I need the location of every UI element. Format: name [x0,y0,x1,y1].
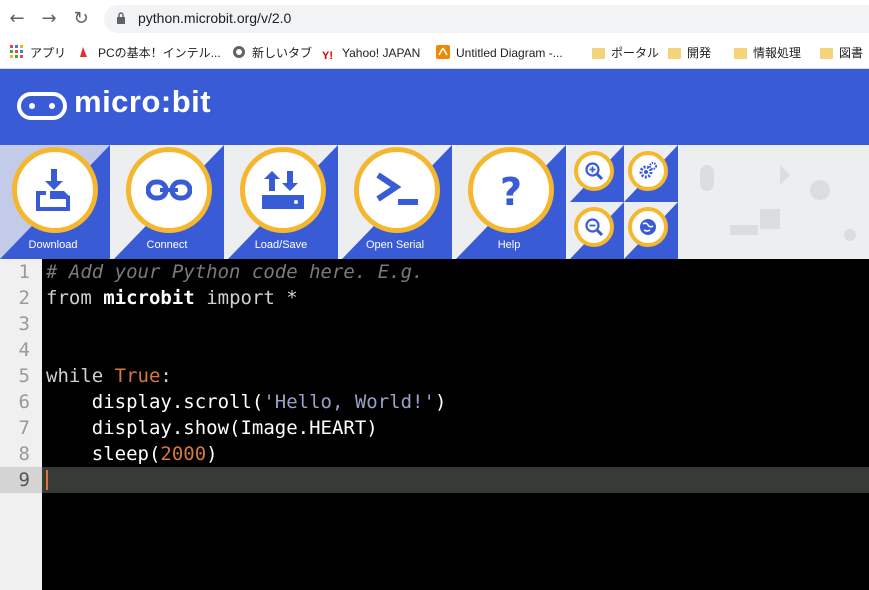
lock-icon [117,12,125,24]
microbit-logo-icon [17,92,67,120]
folder-icon [592,48,605,59]
toolbar: Download Connect Load/Save Open Serial ?… [0,145,869,259]
load-save-icon [262,171,304,209]
help-button[interactable]: ? Help [456,145,570,259]
language-button[interactable] [628,207,668,247]
intel-favicon-icon [80,47,87,57]
active-code-line[interactable]: 9 [0,467,869,493]
code-line: 7 display.show(Image.HEART) [18,417,378,439]
folder-icon [734,48,747,59]
bookmark-library[interactable]: 図書 [820,45,863,61]
app-logo-text: micro:bit [74,84,212,119]
bookmark-portal[interactable]: ポータル [592,45,659,61]
open-serial-label: Open Serial [365,239,425,251]
code-line: 3 [18,313,30,335]
question-mark-icon: ? [500,170,522,213]
terminal-icon [376,172,418,205]
svg-text:?: ? [500,170,522,213]
zoom-in-icon [585,162,603,180]
back-arrow-icon[interactable]: ← [6,8,28,30]
bookmark-apps[interactable]: アプリ [10,45,66,61]
download-button[interactable]: Download [0,145,114,259]
zoom-in-button[interactable] [574,151,614,191]
folder-icon [820,48,833,59]
bookmark-intel[interactable]: PCの基本！インテル... [78,45,221,61]
zoom-out-button[interactable] [574,207,614,247]
url-input[interactable]: python.microbit.org/v/2.0 [104,5,869,33]
download-icon [36,169,70,211]
text-cursor [46,470,48,490]
connect-button[interactable]: Connect [114,145,228,259]
code-line: 8 sleep(2000) [18,443,218,465]
zoom-out-icon [585,218,603,236]
reload-icon[interactable]: ↻ [70,8,92,30]
forward-arrow-icon[interactable]: → [38,8,60,30]
help-label: Help [497,239,521,251]
link-icon [146,179,192,201]
download-label: Download [28,239,78,251]
bookmarks-bar: アプリ PCの基本！インテル... 新しいタブ Y! Yahoo! JAPAN U… [0,38,869,69]
connect-label: Connect [146,239,188,251]
load-save-label: Load/Save [254,239,308,251]
bookmark-info-processing[interactable]: 情報処理 [734,45,801,61]
globe-icon [640,219,656,235]
bookmark-dev[interactable]: 開発 [668,45,711,61]
drawio-favicon-icon [436,45,450,59]
code-line: 5 while True: [18,365,172,387]
bookmark-untitled-diagram[interactable]: Untitled Diagram -... [436,45,563,61]
code-line: 6 display.scroll('Hello, World!') [18,391,447,413]
open-serial-button[interactable]: Open Serial [342,145,456,259]
settings-button[interactable] [628,151,668,191]
apps-grid-icon [10,45,23,58]
code-line: 2 from microbit import * [18,287,298,309]
code-line: 1 # Add your Python code here. E.g. [18,261,424,283]
globe-icon [233,46,245,58]
load-save-button[interactable]: Load/Save [228,145,342,259]
bookmark-yahoo[interactable]: Y! Yahoo! JAPAN [322,45,420,62]
gears-icon [639,162,657,179]
folder-icon [668,48,681,59]
yahoo-favicon-icon: Y! [322,50,333,62]
browser-address-bar: ← → ↻ python.microbit.org/v/2.0 [0,0,869,38]
code-editor[interactable]: 1 # Add your Python code here. E.g. 2 fr… [0,259,869,590]
code-line: 4 [18,339,30,361]
bookmark-new-tab[interactable]: 新しいタブ [232,45,312,61]
url-text: python.microbit.org/v/2.0 [138,10,292,26]
